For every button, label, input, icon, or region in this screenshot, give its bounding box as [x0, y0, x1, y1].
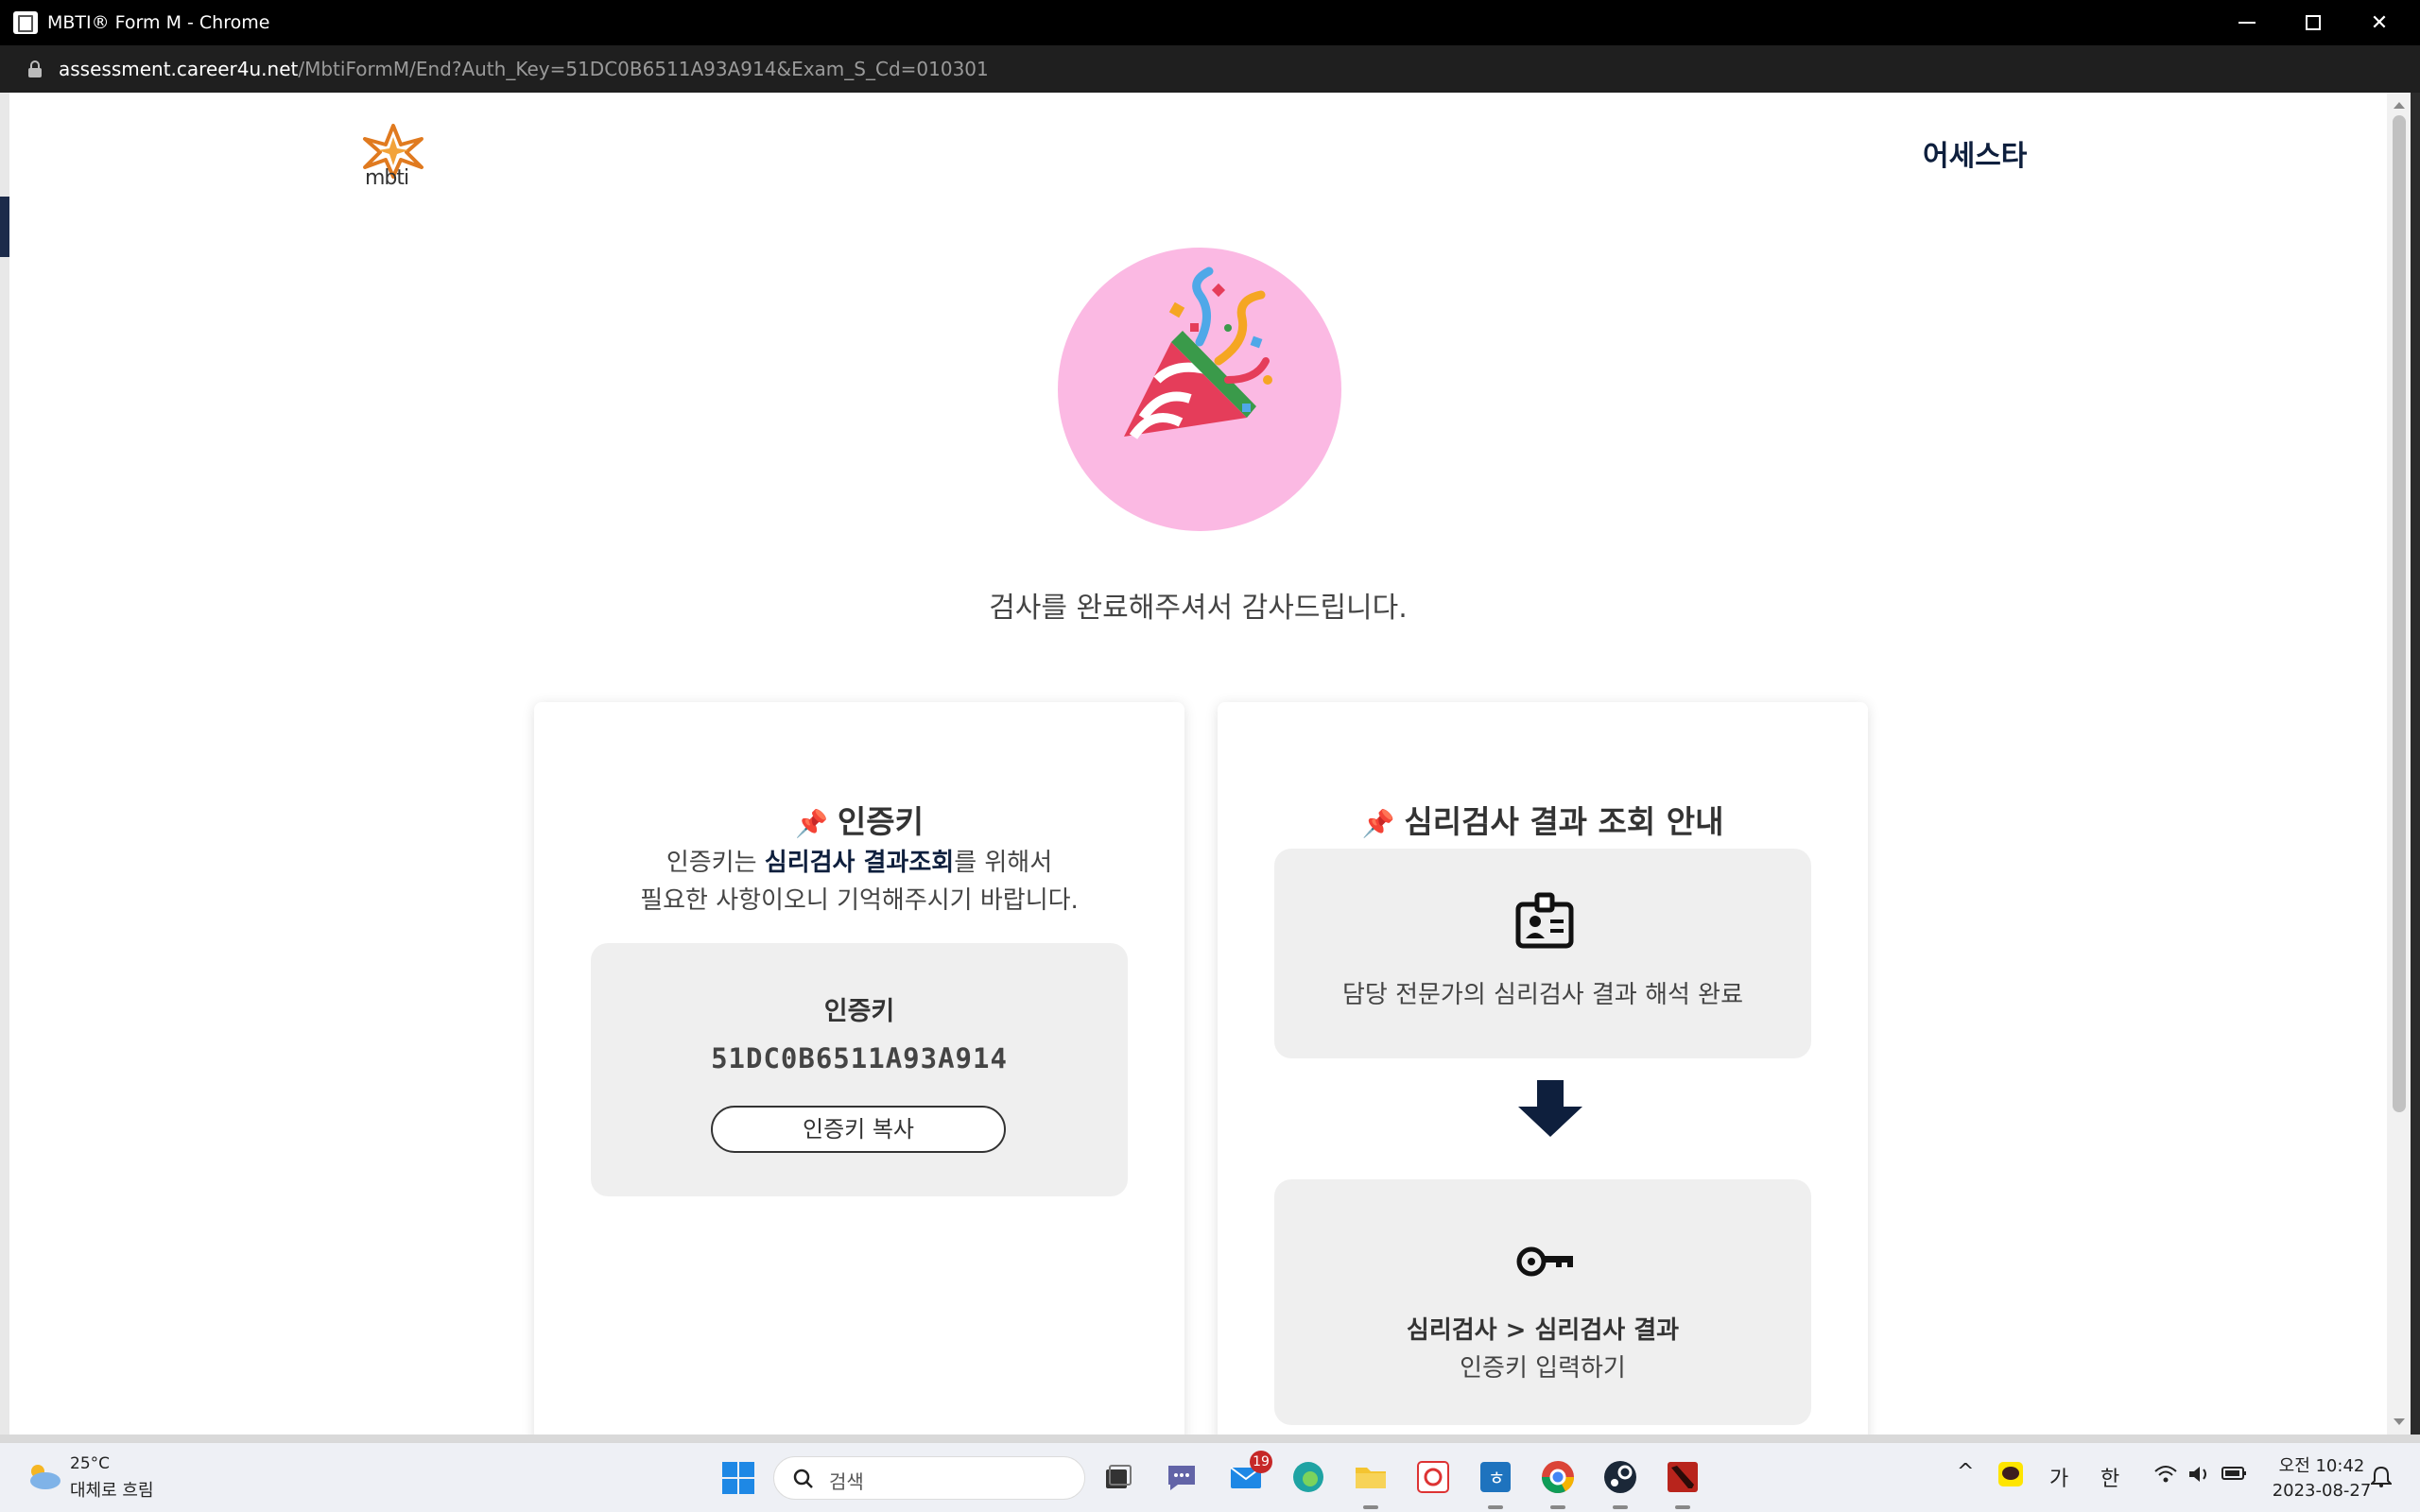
- left-edge-marker: [0, 197, 9, 257]
- down-arrow-icon: [1518, 1080, 1582, 1137]
- address-bar[interactable]: assessment.career4u.net/MbtiFormM/End?Au…: [0, 45, 2420, 93]
- taskbar-search[interactable]: 검색: [773, 1456, 1085, 1500]
- dota-icon[interactable]: [1664, 1458, 1702, 1509]
- scroll-up-icon[interactable]: [2394, 102, 2405, 109]
- svg-text:ㅎ: ㅎ: [1488, 1467, 1505, 1489]
- scroll-thumb[interactable]: [2393, 115, 2406, 1112]
- auth-key-card-title-text: 인증키: [837, 803, 924, 840]
- teams-chat-icon[interactable]: [1163, 1458, 1201, 1496]
- cloud-sun-icon: [30, 1465, 60, 1489]
- close-button[interactable]: ✕: [2346, 0, 2412, 45]
- maximize-button[interactable]: [2280, 0, 2346, 45]
- ime-mode-ga[interactable]: 가: [2049, 1462, 2068, 1492]
- notification-bell-icon[interactable]: [2371, 1466, 2392, 1488]
- url-path: /MbtiFormM/End?Auth_Key=51DC0B6511A93A91…: [298, 58, 989, 80]
- wifi-icon[interactable]: [2153, 1464, 2178, 1490]
- weather-widget[interactable]: 25°C 대체로 흐림: [25, 1454, 176, 1503]
- guide-step-2-path: 심리검사 > 심리검사 결과: [1406, 1316, 1680, 1345]
- search-placeholder: 검색: [829, 1470, 864, 1493]
- result-guide-card-title: 📌 심리검사 결과 조회 안내: [1218, 797, 1868, 842]
- windows-start-icon[interactable]: [722, 1462, 754, 1494]
- guide-step-1-text: 담당 전문가의 심리검사 결과 해석 완료: [1341, 981, 1744, 1009]
- ime-mode-han[interactable]: 한: [2100, 1462, 2119, 1492]
- auth-key-value: 51DC0B6511A93A914: [711, 1042, 1008, 1074]
- chrome-icon[interactable]: [1539, 1458, 1577, 1509]
- auth-key-card-title: 📌 인증키: [534, 797, 1184, 842]
- result-guide-card: 📌 심리검사 결과 조회 안내 담당 전문가의 심리검사 결과 해석 완료 심리…: [1218, 702, 1868, 1435]
- system-clock[interactable]: 오전 10:42 2023-08-27: [2265, 1452, 2378, 1501]
- taskbar: 25°C 대체로 흐림 검색 19 ㅎ ^ 가 한 오전 10:42 2023-…: [0, 1442, 2420, 1512]
- search-icon: [793, 1469, 813, 1488]
- sync-app-icon[interactable]: [1414, 1458, 1452, 1496]
- guide-step-2-action: 인증키 입력하기: [1460, 1354, 1626, 1383]
- desc-pre: 인증키는: [666, 849, 765, 877]
- file-explorer-icon[interactable]: [1352, 1458, 1390, 1509]
- minimize-button[interactable]: [2214, 0, 2280, 45]
- auth-key-description: 인증키는 심리검사 결과조회를 위해서 필요한 사항이오니 기억해주시기 바랍니…: [534, 844, 1184, 919]
- copy-auth-key-button[interactable]: 인증키 복사: [711, 1106, 1006, 1153]
- id-badge-icon: [1515, 892, 1574, 949]
- page-scrollbar[interactable]: [2387, 93, 2411, 1435]
- guide-step-2-text: 심리검사 > 심리검사 결과 인증키 입력하기: [1274, 1312, 1811, 1387]
- pushpin-icon: 📌: [795, 808, 828, 839]
- pushpin-icon: 📌: [1361, 808, 1395, 839]
- brand-name[interactable]: 어세스타: [1923, 132, 2027, 174]
- weather-temperature: 25°C: [70, 1454, 111, 1473]
- kakaotalk-icon[interactable]: [1998, 1462, 2023, 1492]
- scroll-down-icon[interactable]: [2394, 1418, 2405, 1425]
- window-title: MBTI® Form M - Chrome: [47, 12, 270, 33]
- logo-text: mbti: [365, 166, 409, 190]
- auth-key-label: 인증키: [823, 997, 895, 1026]
- url-host: assessment.career4u.net: [59, 58, 299, 80]
- volume-icon[interactable]: [2187, 1464, 2212, 1490]
- mail-icon[interactable]: 19: [1227, 1451, 1272, 1496]
- steam-icon[interactable]: [1601, 1458, 1639, 1509]
- edge-browser-icon[interactable]: [1289, 1458, 1327, 1496]
- task-view-icon[interactable]: [1098, 1458, 1136, 1496]
- maximize-icon: [2306, 15, 2321, 30]
- weather-condition: 대체로 흐림: [70, 1481, 154, 1501]
- desc-line2: 필요한 사항이오니 기억해주시기 바랍니다.: [640, 886, 1079, 915]
- page-content: mbti 어세스타 검사를 완료해주셔서 감사드립니다. 📌 인증키 인증키는 …: [9, 93, 2387, 1435]
- url-text[interactable]: assessment.career4u.net/MbtiFormM/End?Au…: [59, 57, 989, 81]
- window-titlebar: MBTI® Form M - Chrome ✕: [0, 0, 2420, 45]
- desc-post: 를 위해서: [954, 849, 1053, 877]
- battery-icon[interactable]: [2221, 1464, 2248, 1488]
- clock-date: 2023-08-27: [2272, 1481, 2372, 1501]
- completion-message: 검사를 완료해주셔서 감사드립니다.: [989, 592, 1408, 625]
- minimize-icon: [2238, 22, 2256, 24]
- lock-icon: [28, 60, 42, 77]
- mail-badge: 19: [1250, 1451, 1272, 1473]
- hangul-app-icon[interactable]: ㅎ: [1477, 1458, 1514, 1509]
- key-icon: [1516, 1246, 1573, 1277]
- auth-key-card: 📌 인증키 인증키는 심리검사 결과조회를 위해서 필요한 사항이오니 기억해주시…: [534, 702, 1184, 1435]
- left-edge-strip: [0, 93, 9, 1435]
- tray-chevron-icon[interactable]: ^: [1957, 1460, 1974, 1484]
- close-icon: ✕: [2370, 10, 2389, 35]
- guide-step-2: 심리검사 > 심리검사 결과 인증키 입력하기: [1274, 1179, 1811, 1425]
- result-guide-card-title-text: 심리검사 결과 조회 안내: [1404, 803, 1724, 840]
- auth-key-box: 인증키 51DC0B6511A93A914 인증키 복사: [591, 943, 1128, 1196]
- desc-emphasis: 심리검사 결과조회: [764, 849, 955, 877]
- celebration-circle: [1058, 248, 1341, 531]
- app-document-icon: [13, 11, 38, 34]
- clock-time: 오전 10:42: [2278, 1456, 2365, 1476]
- party-popper-icon: [1124, 266, 1272, 439]
- guide-step-1: 담당 전문가의 심리검사 결과 해석 완료: [1274, 849, 1811, 1058]
